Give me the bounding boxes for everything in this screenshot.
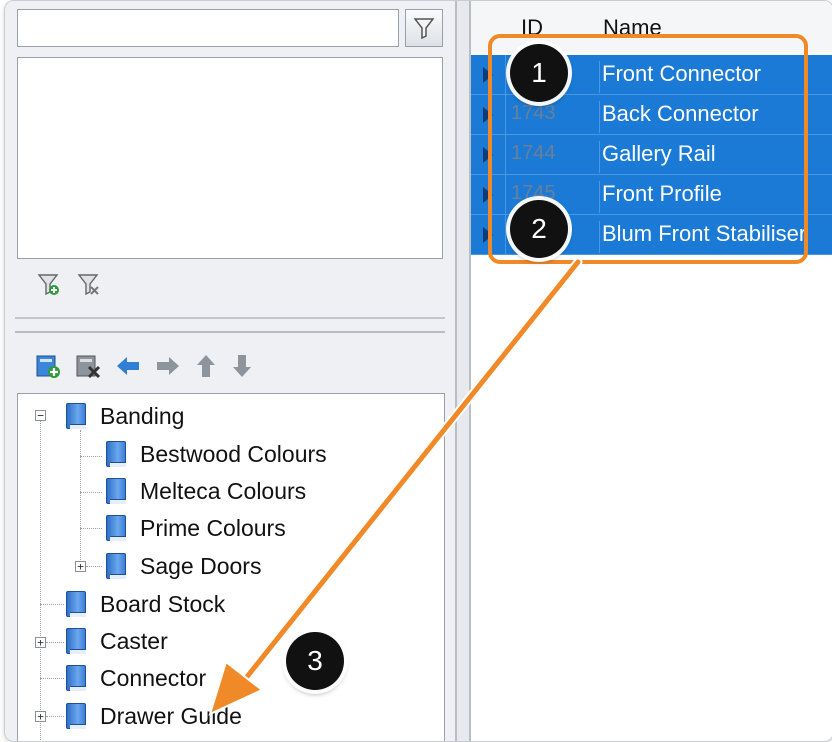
step-badge-1: 1 (510, 44, 568, 102)
step-badge-2: 2 (510, 200, 568, 258)
step-badge-3: 3 (286, 632, 344, 690)
instruction-arrow (208, 257, 583, 716)
